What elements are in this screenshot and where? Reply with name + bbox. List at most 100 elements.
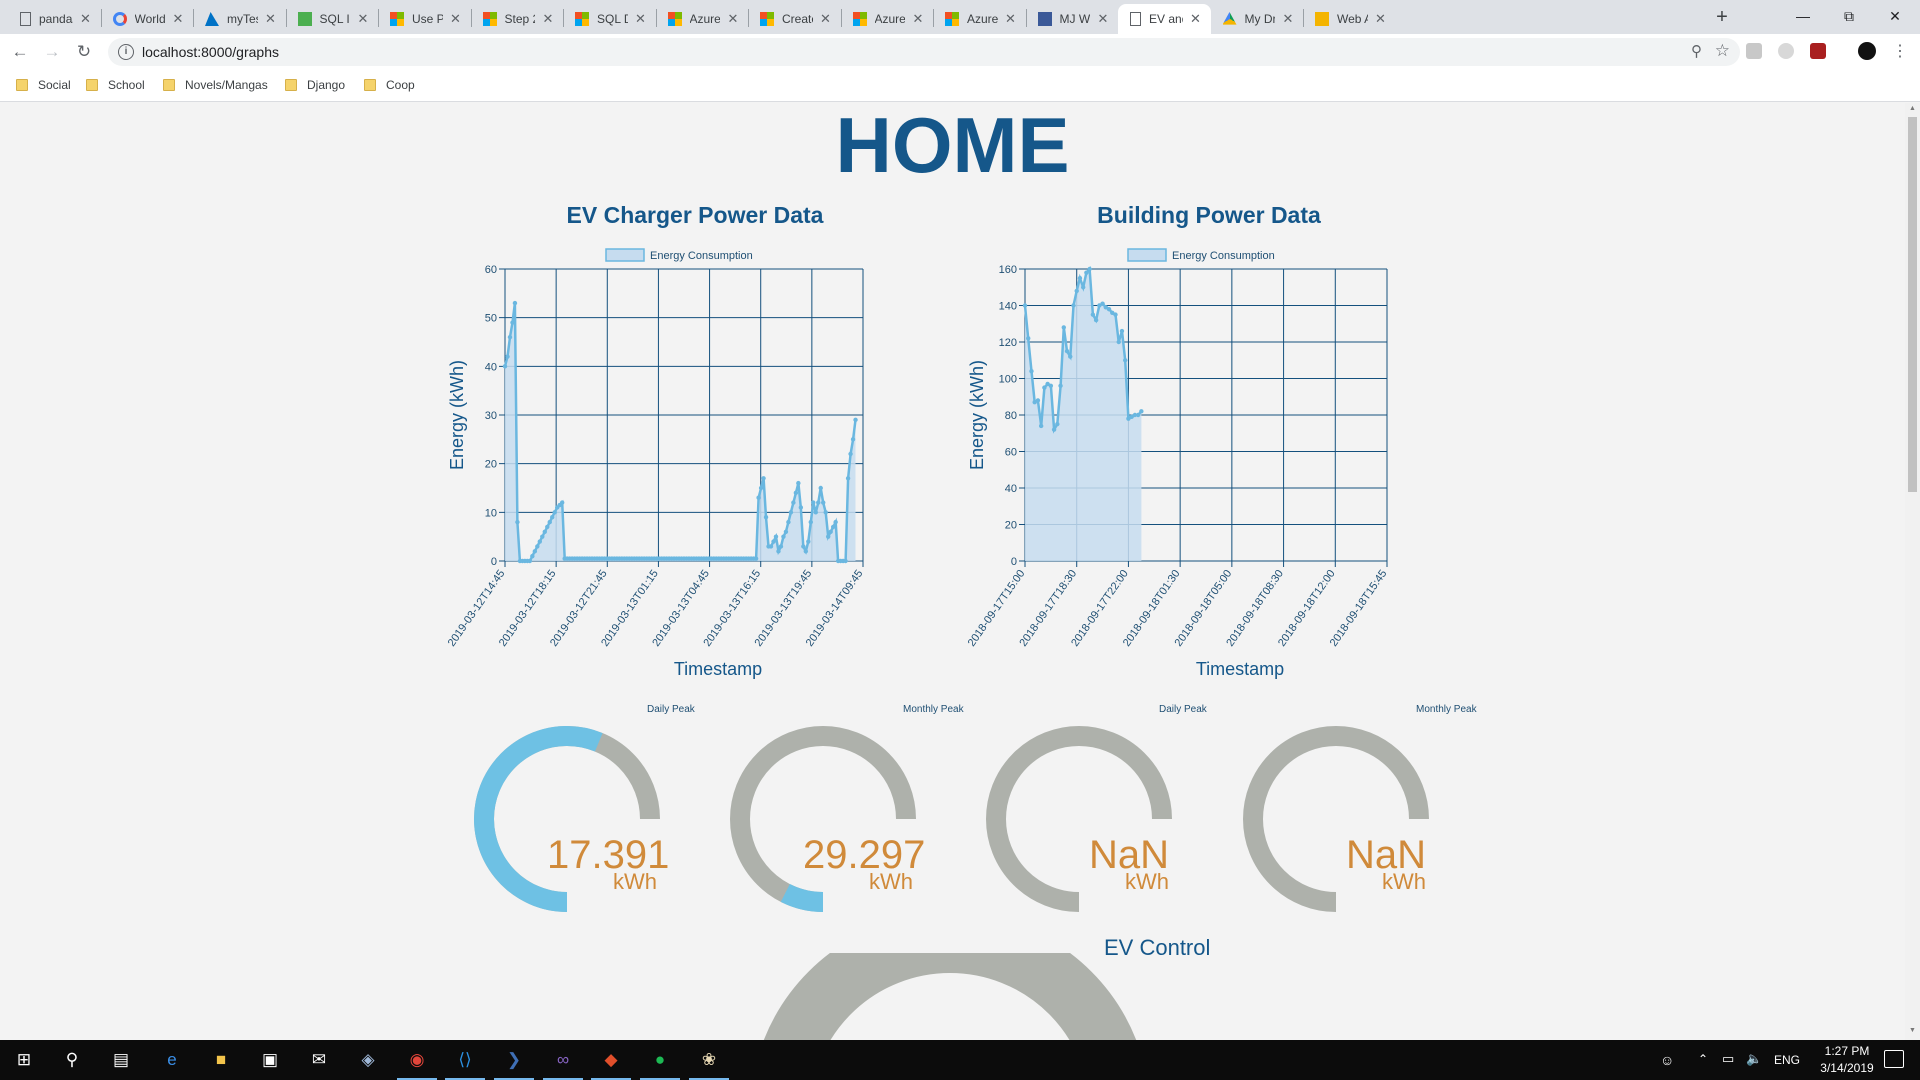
- start-icon[interactable]: ⊞: [12, 1048, 36, 1072]
- zoom-icon[interactable]: ⚲: [1691, 42, 1702, 60]
- data-point: [1077, 275, 1083, 281]
- close-tab-icon[interactable]: ✕: [171, 11, 185, 27]
- browser-tab[interactable]: pandas.D ✕: [8, 4, 101, 34]
- store-icon[interactable]: ▣: [258, 1048, 282, 1072]
- close-tab-icon[interactable]: ✕: [1096, 11, 1110, 27]
- site-info-icon[interactable]: i: [118, 44, 134, 60]
- spotify-icon[interactable]: ●: [648, 1048, 672, 1072]
- bookmark-folder[interactable]: Social: [16, 78, 71, 92]
- search-icon[interactable]: ⚲: [60, 1048, 84, 1072]
- browser-tab[interactable]: Use Pyth ✕: [378, 4, 471, 34]
- ublock-icon[interactable]: [1810, 43, 1826, 59]
- extension-icon[interactable]: [1778, 43, 1794, 59]
- browser-tab[interactable]: Azure Ac ✕: [933, 4, 1026, 34]
- gauge-unit: kWh: [1125, 869, 1169, 894]
- google-icon: [112, 12, 127, 26]
- visual-studio-icon[interactable]: ∞: [551, 1048, 575, 1072]
- back-button[interactable]: ←: [8, 40, 32, 64]
- reload-button[interactable]: ↻: [72, 40, 96, 64]
- url-text[interactable]: localhost:8000/graphs: [142, 44, 279, 60]
- scroll-down-icon[interactable]: ▼: [1908, 1027, 1917, 1034]
- scrollbar-thumb[interactable]: [1908, 117, 1917, 492]
- close-tab-icon[interactable]: ✕: [356, 11, 370, 27]
- language-indicator[interactable]: ENG: [1774, 1053, 1800, 1067]
- task-view-icon[interactable]: ▤: [109, 1048, 133, 1072]
- sql-server-icon[interactable]: ◈: [356, 1048, 380, 1072]
- vscode-icon[interactable]: ⟨⟩: [453, 1048, 477, 1072]
- python-icon[interactable]: ❀: [697, 1048, 721, 1072]
- page-icon: [20, 12, 31, 26]
- bookmark-folder[interactable]: Django: [285, 78, 345, 92]
- page-icon: [1130, 12, 1141, 26]
- close-tab-icon[interactable]: ✕: [1374, 11, 1388, 27]
- tab-title: myTestD: [227, 12, 258, 26]
- people-icon[interactable]: ☺: [1660, 1052, 1674, 1068]
- data-point: [813, 510, 818, 515]
- browser-tab[interactable]: MJ Wats ✕: [1026, 4, 1119, 34]
- network-icon[interactable]: ▭: [1722, 1051, 1734, 1067]
- close-window-button[interactable]: ✕: [1872, 0, 1918, 32]
- close-tab-icon[interactable]: ✕: [264, 11, 278, 27]
- minimize-button[interactable]: —: [1780, 0, 1826, 32]
- browser-tab[interactable]: Web App ✕: [1303, 4, 1396, 34]
- browser-tab[interactable]: myTestD ✕: [193, 4, 286, 34]
- close-tab-icon[interactable]: ✕: [1281, 11, 1295, 27]
- tab-title: My Drive: [1244, 12, 1276, 26]
- browser-tab[interactable]: Step 2: C ✕: [471, 4, 564, 34]
- mail-icon[interactable]: ✉: [307, 1048, 331, 1072]
- bookmark-folder[interactable]: School: [86, 78, 145, 92]
- clock-date[interactable]: 3/14/2019: [1812, 1061, 1882, 1075]
- restore-button[interactable]: ⧉: [1826, 0, 1872, 32]
- close-tab-icon[interactable]: ✕: [449, 11, 463, 27]
- data-point: [850, 437, 856, 442]
- clock-time[interactable]: 1:27 PM: [1812, 1044, 1882, 1058]
- data-point: [502, 364, 508, 369]
- browser-tab[interactable]: Create a ✕: [748, 4, 841, 34]
- edge-icon[interactable]: e: [160, 1048, 184, 1072]
- bookmark-label: Coop: [386, 78, 415, 92]
- bookmark-folder[interactable]: Coop: [364, 78, 415, 92]
- new-tab-button[interactable]: +: [1710, 5, 1734, 29]
- close-tab-icon[interactable]: ✕: [541, 11, 555, 27]
- data-point: [853, 417, 858, 423]
- file-explorer-icon[interactable]: ■: [209, 1048, 233, 1072]
- browser-tab[interactable]: World W ✕: [101, 4, 194, 34]
- chrome-icon[interactable]: ◉: [405, 1048, 429, 1072]
- data-point: [771, 539, 776, 544]
- tray-chevron-icon[interactable]: ⌃: [1698, 1052, 1708, 1066]
- bookmark-folder[interactable]: Novels/Mangas: [163, 78, 268, 92]
- browser-tab[interactable]: Azure SC ✕: [841, 4, 934, 34]
- data-point: [1055, 421, 1060, 427]
- extension-icon[interactable]: [1746, 43, 1762, 59]
- tab-title: Use Pyth: [412, 12, 443, 26]
- action-center-icon[interactable]: [1884, 1050, 1904, 1068]
- browser-tab[interactable]: SQL INSE ✕: [286, 4, 379, 34]
- close-tab-icon[interactable]: ✕: [634, 11, 648, 27]
- close-tab-icon[interactable]: ✕: [1004, 11, 1018, 27]
- scroll-up-icon[interactable]: ▲: [1908, 105, 1917, 112]
- slides-icon: [1315, 12, 1329, 26]
- close-tab-icon[interactable]: ✕: [79, 11, 93, 27]
- page-scrollbar[interactable]: ▲ ▼: [1905, 103, 1920, 1040]
- data-point: [798, 505, 804, 510]
- bookmark-star-icon[interactable]: ☆: [1715, 41, 1730, 61]
- data-point: [753, 556, 759, 561]
- close-tab-icon[interactable]: ✕: [726, 11, 740, 27]
- close-tab-icon[interactable]: ✕: [819, 11, 833, 27]
- close-tab-icon[interactable]: ✕: [911, 11, 925, 27]
- browser-tab[interactable]: EV and B ✕: [1118, 4, 1211, 34]
- powershell-icon[interactable]: ❯: [502, 1048, 526, 1072]
- y-axis-label: Energy (kWh): [447, 360, 467, 470]
- data-point: [1106, 306, 1112, 312]
- profile-avatar[interactable]: [1858, 42, 1876, 60]
- git-icon[interactable]: ◆: [599, 1048, 623, 1072]
- close-tab-icon[interactable]: ✕: [1189, 11, 1203, 27]
- menu-icon[interactable]: ⋮: [1888, 40, 1912, 64]
- data-point: [816, 500, 821, 505]
- forward-button[interactable]: →: [40, 40, 64, 64]
- browser-tab[interactable]: My Drive ✕: [1211, 4, 1304, 34]
- address-bar[interactable]: i localhost:8000/graphs ⚲ ☆: [108, 38, 1740, 66]
- volume-icon[interactable]: 🔈: [1746, 1051, 1762, 1067]
- browser-tab[interactable]: Azure po ✕: [656, 4, 749, 34]
- browser-tab[interactable]: SQL Data ✕: [563, 4, 656, 34]
